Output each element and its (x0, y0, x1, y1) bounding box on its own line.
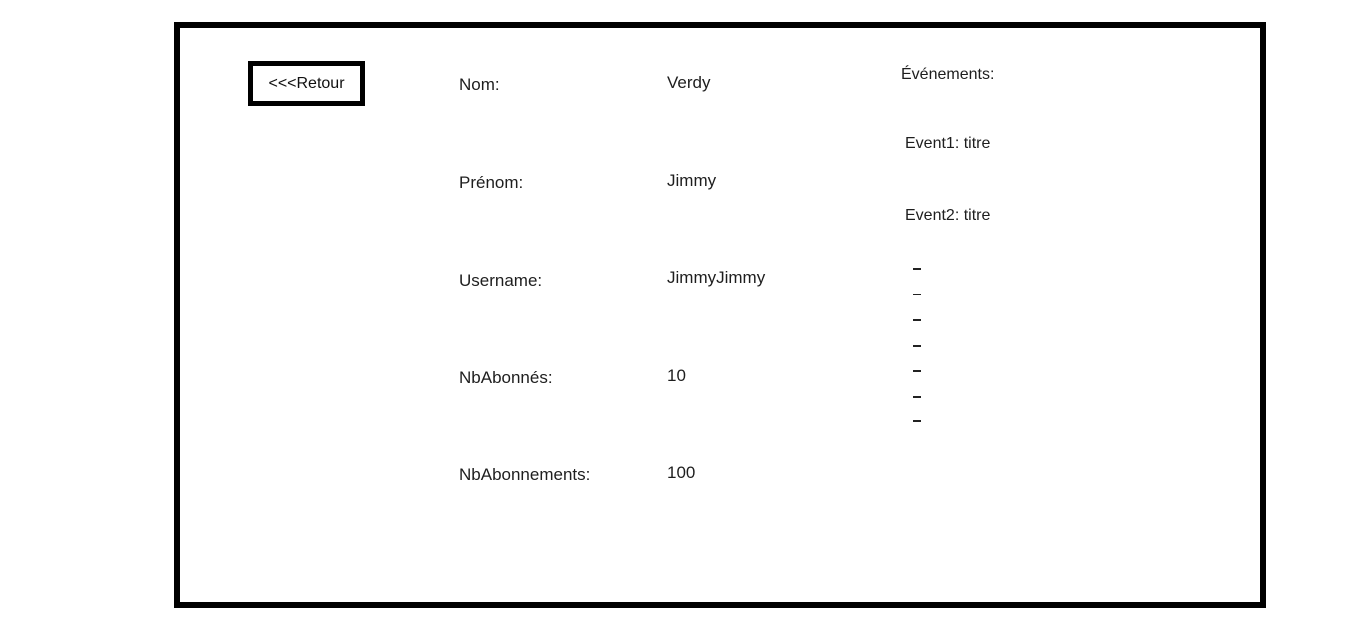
event-item[interactable]: Event2: titre (905, 206, 990, 226)
field-label-nom: Nom: (459, 75, 500, 94)
field-value-nbabonnements: 100 (667, 463, 696, 482)
event-placeholder-dash (913, 319, 921, 321)
profile-panel (174, 22, 1266, 608)
field-label-username: Username: (459, 271, 543, 290)
event-placeholder-dash (913, 420, 921, 422)
field-label-nbabonnes: NbAbonnés: (459, 368, 553, 387)
event-placeholder-dash (913, 345, 921, 347)
event-placeholder-dash (913, 294, 921, 295)
field-value-username: JimmyJimmy (667, 268, 766, 287)
event-placeholder-dash (913, 396, 921, 398)
event-placeholder-dash (913, 268, 921, 270)
field-value-nom: Verdy (667, 73, 711, 92)
field-label-nbabonnements: NbAbonnements: (459, 465, 591, 484)
field-label-prenom: Prénom: (459, 173, 524, 192)
events-title: Événements: (901, 66, 995, 83)
event-placeholder-dash (913, 370, 921, 372)
field-value-nbabonnes: 10 (667, 366, 686, 385)
field-value-prenom: Jimmy (667, 171, 717, 190)
back-button[interactable]: <<<Retour (248, 61, 365, 106)
event-item[interactable]: Event1: titre (905, 134, 990, 154)
